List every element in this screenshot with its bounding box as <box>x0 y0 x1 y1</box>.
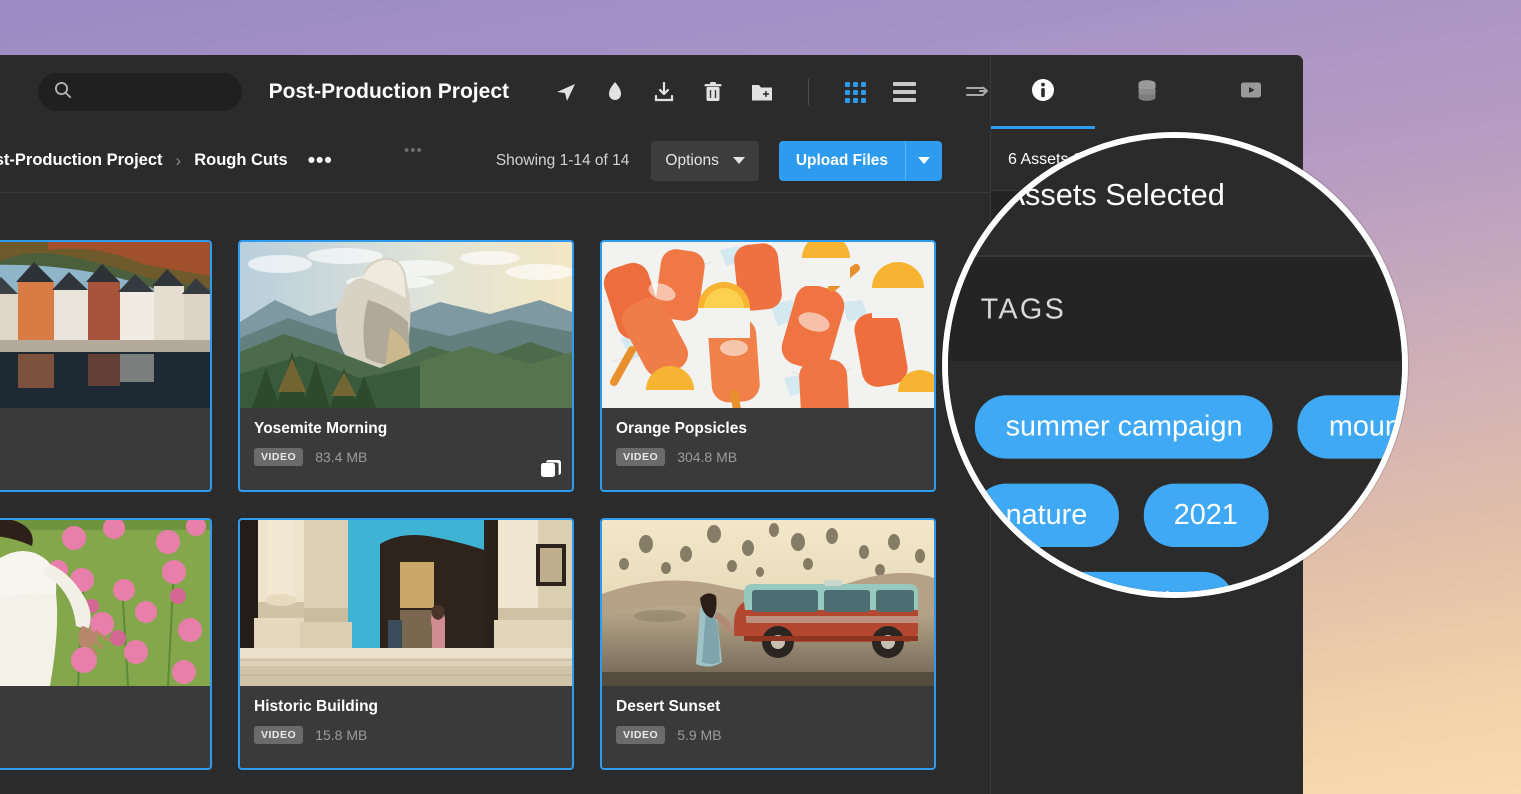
asset-meta: Riverside VIDEO 0.0 KB <box>0 408 210 466</box>
top-toolbar: Post-Production Project <box>0 55 990 129</box>
magnified-tags-section-header: TAGS + <box>948 257 1402 361</box>
download-icon[interactable] <box>651 79 677 105</box>
asset-thumbnail <box>602 520 934 686</box>
breadcrumb-item-1[interactable]: Rough Cuts <box>194 151 287 170</box>
chevron-right-icon: › <box>175 150 182 170</box>
asset-name: Riverside <box>0 420 196 438</box>
asset-size: 5.9 MB <box>677 727 722 743</box>
asset-kind-badge: VIDEO <box>254 726 304 744</box>
info-icon <box>1030 77 1056 108</box>
magnified-tag-chip[interactable]: nature <box>974 483 1119 547</box>
asset-card-desert-sunset[interactable]: Desert Sunset VIDEO 5.9 MB <box>600 518 936 770</box>
asset-card-orange-popsicles[interactable]: Orange Popsicles VIDEO 304.8 MB <box>600 240 936 492</box>
move-to-icon[interactable] <box>964 79 990 105</box>
breadcrumb-bar: › Post-Production Project › Rough Cuts •… <box>0 129 990 193</box>
search-icon <box>54 81 72 104</box>
list-view-icon[interactable] <box>891 79 917 105</box>
asset-meta: Yosemite Morning VIDEO 83.4 MB <box>240 408 572 466</box>
asset-name: Historic Building <box>254 698 378 715</box>
asset-name: Desert Sunset <box>616 698 721 715</box>
video-player-icon <box>1238 77 1264 108</box>
search-input[interactable] <box>38 73 242 111</box>
breadcrumb-overflow-dots-hint: ••• <box>404 142 423 159</box>
asset-card-flower-field[interactable]: Flower Field VIDEO MB <box>0 518 212 770</box>
page-title: Post-Production Project <box>268 80 509 103</box>
asset-name: Yosemite Morning <box>254 420 388 437</box>
info-tab[interactable] <box>991 55 1095 129</box>
asset-size: 15.8 MB <box>315 727 368 743</box>
magnifier-lens: 6 Assets Selected TAGS + summer campaign… <box>942 132 1408 598</box>
asset-thumbnail <box>240 520 572 686</box>
magnifier-content: 6 Assets Selected TAGS + summer campaign… <box>948 138 1402 592</box>
asset-thumbnail <box>240 242 572 408</box>
asset-name: Orange Popsicles <box>616 420 747 437</box>
magnified-tags-section-title: TAGS <box>980 292 1067 326</box>
asset-name: Flower Field <box>0 698 196 716</box>
upload-files-button[interactable]: Upload Files <box>778 140 905 181</box>
breadcrumb-item-0[interactable]: Post-Production Project <box>0 151 163 170</box>
trash-icon[interactable] <box>700 79 726 105</box>
breadcrumb-overflow-button[interactable]: ••• <box>308 149 333 173</box>
asset-meta: Desert Sunset VIDEO 5.9 MB <box>602 686 934 744</box>
new-folder-icon[interactable] <box>749 79 775 105</box>
magnified-tag-chip[interactable]: 2021 <box>1142 483 1269 547</box>
asset-meta: Orange Popsicles VIDEO 304.8 MB <box>602 408 934 466</box>
asset-kind-badge: VIDEO <box>616 448 666 466</box>
magnified-tag-chip[interactable]: mountains <box>1298 395 1402 459</box>
asset-size: 304.8 MB <box>677 449 738 465</box>
asset-size: 83.4 MB <box>315 449 368 465</box>
asset-kind-badge: VIDEO <box>616 726 666 744</box>
upload-dropdown-button[interactable] <box>905 140 942 181</box>
asset-meta: Flower Field VIDEO MB <box>0 686 210 744</box>
share-send-icon[interactable] <box>553 79 579 105</box>
stack-multiple-icon <box>540 458 562 480</box>
asset-card-yosemite-morning[interactable]: Yosemite Morning VIDEO 83.4 MB <box>238 240 574 492</box>
magnified-tag-chip[interactable]: summer campaign <box>974 395 1274 459</box>
chevron-down-icon <box>732 157 745 164</box>
asset-meta: Historic Building VIDEO 15.8 MB <box>240 686 572 744</box>
grid-view-icon[interactable] <box>842 79 868 105</box>
asset-card-riverside[interactable]: Riverside VIDEO 0.0 KB <box>0 240 212 492</box>
magnified-tag-list: summer campaign mountains nature 2021 po… <box>948 361 1402 592</box>
preview-tab[interactable] <box>1199 55 1303 129</box>
showing-count: Showing 1-14 of 14 <box>495 151 630 169</box>
metadata-tab[interactable] <box>1095 55 1199 129</box>
asset-thumbnail <box>0 520 210 686</box>
toolbar-divider <box>808 79 809 105</box>
magnified-selection-headline: 6 Assets Selected <box>948 138 1402 258</box>
asset-browser: Riverside VIDEO 0.0 KB <box>0 194 990 794</box>
asset-thumbnail <box>0 242 210 408</box>
upload-button-group: Upload Files <box>778 140 942 181</box>
asset-card-historic-building[interactable]: Historic Building VIDEO 15.8 MB <box>238 518 574 770</box>
toolbar-actions <box>553 79 990 105</box>
database-icon <box>1134 77 1160 108</box>
options-label: Options <box>665 151 719 169</box>
options-button[interactable]: Options <box>651 140 759 181</box>
inspector-tabs <box>991 55 1303 129</box>
burn-icon[interactable] <box>602 79 628 105</box>
asset-kind-badge: VIDEO <box>254 448 304 466</box>
asset-thumbnail <box>602 242 934 408</box>
